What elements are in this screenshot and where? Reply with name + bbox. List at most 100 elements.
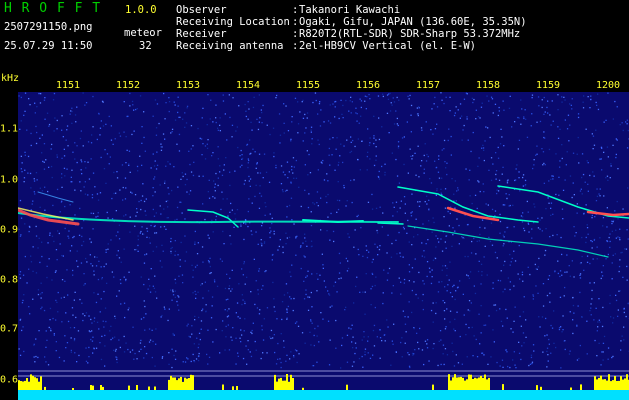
noise-dot	[607, 253, 609, 256]
noise-dot	[318, 341, 320, 343]
noise-dot	[67, 145, 69, 147]
noise-dot	[231, 124, 234, 126]
noise-dot	[177, 105, 179, 107]
noise-dot	[342, 117, 344, 119]
noise-dot	[224, 349, 226, 351]
noise-dot	[420, 127, 423, 129]
noise-dot	[339, 262, 341, 264]
noise-dot	[378, 248, 381, 251]
noise-dot	[469, 271, 472, 273]
noise-dot	[321, 162, 323, 164]
noise-dot	[240, 223, 242, 225]
noise-dot	[399, 252, 401, 254]
noise-dot	[20, 234, 22, 236]
noise-dot	[390, 256, 393, 258]
noise-dot	[84, 104, 86, 106]
noise-dot	[452, 350, 454, 353]
noise-dot	[224, 309, 226, 311]
noise-dot	[281, 318, 283, 321]
noise-dot	[611, 220, 613, 222]
noise-dot	[589, 282, 591, 284]
noise-dot	[141, 142, 143, 144]
noise-dot	[497, 146, 499, 149]
noise-dot	[188, 335, 190, 337]
noise-dot	[432, 217, 434, 219]
level-bar	[174, 377, 176, 390]
noise-dot	[285, 105, 287, 107]
noise-dot	[556, 234, 558, 236]
noise-dot	[623, 326, 625, 328]
noise-dot	[569, 275, 571, 277]
noise-dot	[239, 337, 241, 339]
time-tick: 1159	[535, 80, 561, 91]
noise-dot	[59, 243, 61, 245]
level-bar	[464, 380, 466, 390]
noise-dot	[180, 201, 182, 203]
noise-dot	[190, 125, 193, 127]
noise-dot	[100, 298, 102, 300]
noise-dot	[206, 124, 208, 126]
noise-dot	[75, 121, 77, 123]
noise-dot	[416, 332, 418, 334]
location-label: Receiving Location	[176, 16, 290, 28]
noise-dot	[81, 227, 83, 229]
noise-dot	[597, 321, 599, 323]
noise-dot	[71, 169, 73, 171]
noise-dot	[123, 351, 126, 353]
noise-dot	[155, 328, 157, 330]
noise-dot	[461, 115, 463, 117]
noise-dot	[432, 133, 434, 135]
noise-dot	[228, 349, 231, 351]
noise-dot	[559, 128, 561, 130]
noise-dot	[387, 98, 390, 100]
noise-dot	[79, 207, 81, 210]
noise-dot	[513, 285, 515, 287]
noise-dot	[454, 230, 456, 232]
noise-dot	[379, 245, 381, 247]
noise-dot	[269, 232, 271, 234]
noise-dot	[94, 186, 96, 188]
noise-dot	[602, 351, 604, 353]
noise-dot	[97, 278, 100, 281]
noise-dot	[374, 284, 376, 287]
noise-dot	[481, 271, 483, 273]
noise-dot	[396, 175, 399, 177]
noise-dot	[336, 291, 338, 293]
noise-dot	[541, 230, 543, 232]
noise-dot	[116, 361, 118, 364]
noise-dot	[463, 124, 465, 127]
noise-dot	[495, 178, 497, 180]
noise-dot	[260, 109, 262, 111]
noise-dot	[548, 343, 550, 345]
noise-dot	[581, 153, 584, 155]
noise-dot	[251, 129, 253, 131]
noise-dot	[347, 267, 350, 270]
noise-dot	[202, 297, 204, 299]
receiver-label: Receiver	[176, 28, 227, 40]
noise-dot	[19, 235, 22, 237]
noise-dot	[373, 324, 376, 327]
noise-dot	[519, 278, 521, 280]
noise-dot	[28, 268, 30, 270]
noise-dot	[96, 321, 99, 323]
noise-dot	[114, 350, 117, 352]
noise-dot	[154, 232, 156, 234]
noise-dot	[310, 319, 312, 321]
noise-dot	[215, 328, 217, 331]
noise-dot	[81, 235, 83, 238]
noise-dot	[67, 235, 69, 237]
noise-dot	[272, 337, 274, 339]
noise-dot	[414, 258, 416, 260]
noise-dot	[561, 101, 563, 103]
noise-dot	[125, 278, 127, 281]
noise-dot	[417, 114, 419, 117]
noise-dot	[514, 364, 516, 366]
noise-dot	[30, 261, 33, 263]
level-bar	[90, 385, 92, 390]
noise-dot	[90, 263, 92, 265]
noise-dot	[523, 229, 526, 232]
noise-dot	[96, 138, 98, 141]
receiver-separator: :	[292, 28, 299, 40]
level-bar	[486, 379, 488, 390]
noise-dot	[544, 254, 546, 256]
